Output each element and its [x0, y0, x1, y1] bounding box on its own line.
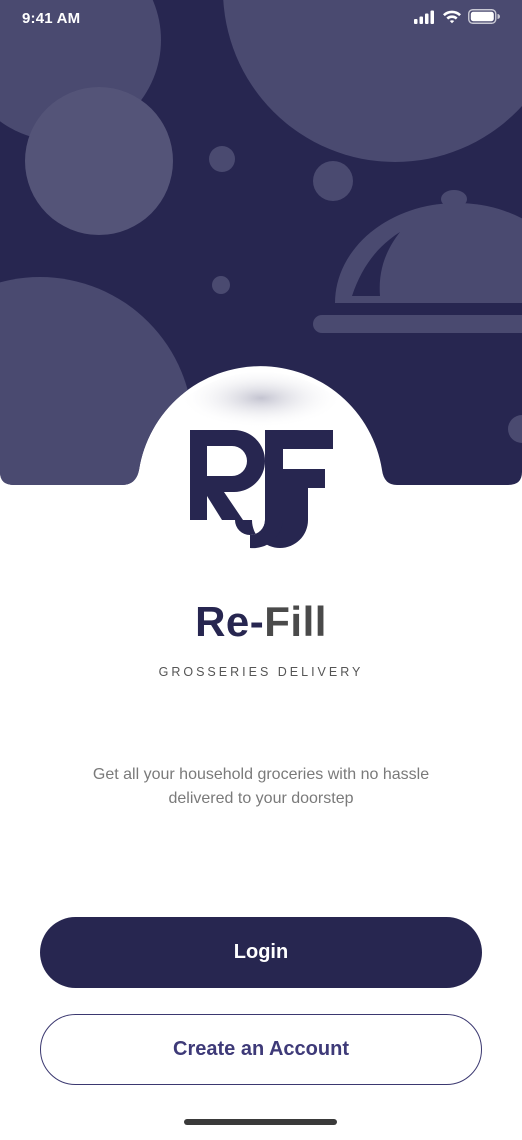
welcome-screen: 9:41 AM Re-Fill GROSSERIES DELIVERY Get …: [0, 0, 522, 1140]
login-button[interactable]: Login: [40, 917, 482, 988]
status-icons: [414, 9, 500, 24]
intro-description: Get all your household groceries with no…: [92, 766, 430, 807]
battery-icon: [468, 9, 500, 24]
app-name: Re-Fill: [0, 598, 522, 646]
app-name-primary: Re-: [195, 598, 265, 645]
cellular-signal-icon: [414, 10, 434, 24]
create-account-button[interactable]: Create an Account: [40, 1014, 482, 1085]
app-tagline: GROSSERIES DELIVERY: [158, 665, 364, 679]
home-indicator[interactable]: [184, 1119, 337, 1125]
status-bar: 9:41 AM: [0, 0, 522, 36]
rf-logo: [190, 430, 333, 549]
wifi-icon: [443, 10, 461, 24]
app-name-secondary: Fill: [264, 598, 327, 645]
status-time: 9:41 AM: [22, 10, 81, 27]
hero-background: [0, 0, 522, 549]
